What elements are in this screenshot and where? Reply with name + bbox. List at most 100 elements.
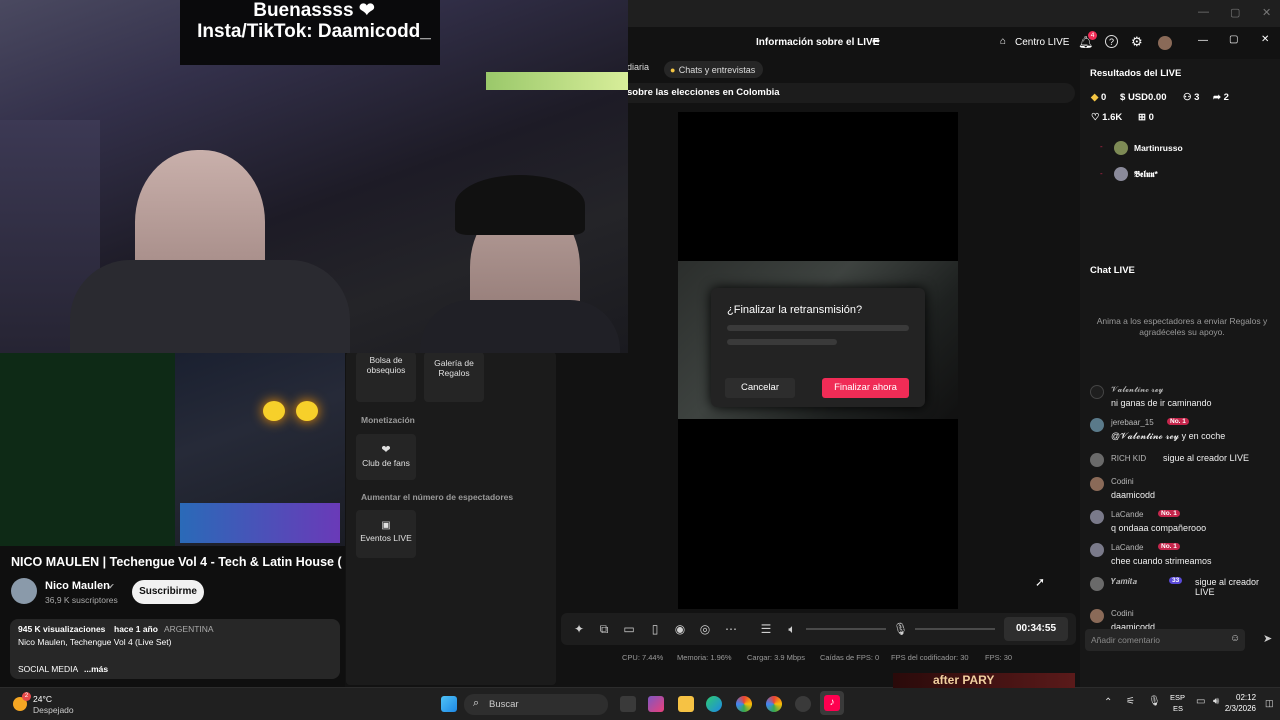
tag-chats[interactable]: ● Chats y entrevistas <box>664 61 764 78</box>
chat-message: LaCande No. 1 q ondaaa compañerooo <box>1090 510 1275 543</box>
task-view-icon[interactable] <box>620 696 636 712</box>
home-icon: ⌂ <box>1000 36 1007 47</box>
chat-text: q ondaaa compañerooo <box>1111 523 1207 533</box>
led-strip <box>486 72 628 90</box>
obs-icon[interactable] <box>795 696 811 712</box>
heart-icon: ♡ <box>1091 112 1100 123</box>
taskbar-search[interactable]: ⌕ Buscar <box>464 694 608 715</box>
dialog-title: ¿Finalizar la retransmisión? <box>727 304 863 316</box>
chat-username[interactable]: RICH KID <box>1111 454 1146 463</box>
encoder-fps-stat: FPS del codificador: 30 <box>891 653 969 662</box>
cpu-stat: CPU: 7.44% <box>622 653 664 662</box>
minimize-icon[interactable]: — <box>1198 35 1208 46</box>
share-icon[interactable]: ➦ <box>872 36 880 47</box>
gift-gallery-card[interactable]: Galería de Regalos <box>424 352 484 402</box>
phone-icon[interactable]: ▯ <box>648 622 662 636</box>
network-icon[interactable]: ⚟ <box>1126 696 1135 707</box>
mixer-light <box>263 401 285 421</box>
mic-slider[interactable] <box>915 628 995 630</box>
end-now-button[interactable]: Finalizar ahora <box>822 378 909 398</box>
chat-username[interactable]: LaCande <box>1111 510 1143 519</box>
calendar-icon: ▣ <box>381 520 391 531</box>
live-events-card[interactable]: ▣ Eventos LIVE <box>356 510 416 558</box>
file-explorer-icon[interactable] <box>678 696 694 712</box>
live-info-title[interactable]: Información sobre el LIVE <box>756 37 879 48</box>
top-viewer-name[interactable]: Martinrusso <box>1134 143 1183 153</box>
gift-bag-card[interactable]: Bolsa de obsequios <box>356 352 416 402</box>
shares-value: 2 <box>1223 92 1229 103</box>
subscribe-button[interactable]: Suscribirme <box>132 580 204 604</box>
chat-username[interactable]: Codini <box>1111 477 1134 486</box>
channel-name[interactable]: Nico Maulen <box>45 580 110 592</box>
description-line: SOCIAL MEDIA <box>18 664 79 674</box>
chrome-icon[interactable] <box>736 696 752 712</box>
language-code[interactable]: ESP <box>1170 693 1185 702</box>
avatar[interactable] <box>1158 36 1172 50</box>
video-description[interactable]: 945 K visualizaciones hace 1 año ARGENTI… <box>10 619 340 679</box>
layout-icon[interactable]: ⧉ <box>597 622 611 636</box>
screen-icon[interactable]: ▭ <box>622 622 636 636</box>
chat-list: 𝓥𝓪𝓵𝓮𝓷𝓽𝓲𝓷𝓸 𝓻𝓮𝔂 ni ganas de ir caminando j… <box>1090 385 1275 639</box>
gear-icon[interactable]: ⚙ <box>1131 34 1143 50</box>
view-count: 945 K visualizaciones <box>18 624 106 634</box>
fan-club-card[interactable]: ❤ Club de fans <box>356 434 416 480</box>
volume-icon[interactable]: 🔈︎ <box>785 622 799 636</box>
after-party-thumbnail[interactable]: after PARY <box>893 673 1075 688</box>
tag-daily[interactable]: diaria <box>627 62 649 72</box>
send-icon[interactable]: ➤ <box>1263 632 1272 645</box>
youtube-video[interactable] <box>0 353 345 546</box>
chat-message: 𝓥𝓪𝓵𝓮𝓷𝓽𝓲𝓷𝓸 𝓻𝓮𝔂 ni ganas de ir caminando <box>1090 385 1275 418</box>
usd-stat: $ USD0.00 <box>1120 92 1167 103</box>
comment-input[interactable]: Añadir comentario <box>1085 629 1245 651</box>
channel-avatar[interactable] <box>11 578 37 604</box>
viewers-value: 3 <box>1194 92 1200 103</box>
clock-time[interactable]: 02:12 <box>1236 693 1256 702</box>
cancel-button[interactable]: Cancelar <box>725 378 795 398</box>
close-icon[interactable]: ✕ <box>1262 6 1271 19</box>
chat-username[interactable]: 𝒀𝒂𝒎𝒊𝒕𝒂 <box>1111 577 1137 587</box>
close-icon[interactable]: ✕ <box>1261 34 1269 45</box>
record-icon[interactable]: ◉ <box>673 622 687 636</box>
chat-username[interactable]: 𝓥𝓪𝓵𝓮𝓷𝓽𝓲𝓷𝓸 𝓻𝓮𝔂 <box>1111 385 1163 395</box>
edge-icon[interactable] <box>706 696 722 712</box>
chrome-icon[interactable] <box>766 696 782 712</box>
video-title[interactable]: NICO MAULEN | Techengue Vol 4 - Tech & L… <box>11 555 342 569</box>
chevron-up-icon[interactable]: ⌃ <box>1104 697 1112 708</box>
live-toolbar: ✦ ⧉ ▭ ▯ ◉ ◎ ⋯ ☰ 🔈︎ 🎙︎ 00:34:55 <box>561 613 1076 645</box>
more-link[interactable]: ...más <box>84 664 108 674</box>
magic-wand-icon[interactable]: ✦ <box>572 622 586 636</box>
emoji-icon[interactable]: ☺ <box>1230 633 1240 644</box>
mic-icon[interactable]: 🎙︎ <box>893 622 908 636</box>
target-icon[interactable]: ◎ <box>698 622 712 636</box>
search-icon: ⌕ <box>473 697 480 709</box>
settings-sliders-icon[interactable]: ☰ <box>759 622 773 636</box>
viewers-stat: ⚇ 3 <box>1183 92 1199 103</box>
tiktok-icon[interactable]: ♪ <box>824 695 840 711</box>
top-viewer-name[interactable]: 𝕭𝖊𝖑𝖚𝖚* <box>1134 169 1158 180</box>
copilot-icon[interactable] <box>648 696 664 712</box>
clock-date[interactable]: 2/3/2026 <box>1222 704 1256 713</box>
chat-username[interactable]: LaCande <box>1111 543 1143 552</box>
mic-icon[interactable]: 🎙︎ <box>1148 696 1161 707</box>
minimize-icon[interactable]: — <box>1198 6 1209 18</box>
more-icon[interactable]: ⋯ <box>724 622 738 636</box>
monitor-icon[interactable]: ▭ <box>1196 696 1205 707</box>
person-body <box>420 300 620 353</box>
temperature: 24°C <box>33 694 52 704</box>
maximize-icon[interactable]: ▢ <box>1230 6 1240 19</box>
live-center-link[interactable]: Centro LIVE <box>1015 37 1069 48</box>
chat-username[interactable]: jerebaar_15 <box>1111 418 1154 427</box>
speaker-icon[interactable]: 🔊︎ <box>1213 696 1219 707</box>
mouse-cursor-icon: ➚ <box>1035 575 1046 589</box>
level-badge: 33 <box>1169 577 1183 584</box>
help-icon[interactable]: ? <box>1105 35 1118 48</box>
results-title: Resultados del LIVE <box>1090 68 1182 79</box>
notification-icon[interactable]: ◫ <box>1265 698 1274 709</box>
maximize-icon[interactable]: ▢ <box>1229 34 1238 45</box>
share-icon: ➦ <box>1213 92 1221 103</box>
thumbnail-text: after PARY <box>933 673 995 687</box>
volume-slider[interactable] <box>806 628 886 630</box>
windows-start-icon[interactable] <box>441 696 457 712</box>
chat-username[interactable]: Codini <box>1111 609 1134 618</box>
weather-text: Despejado <box>33 705 74 715</box>
